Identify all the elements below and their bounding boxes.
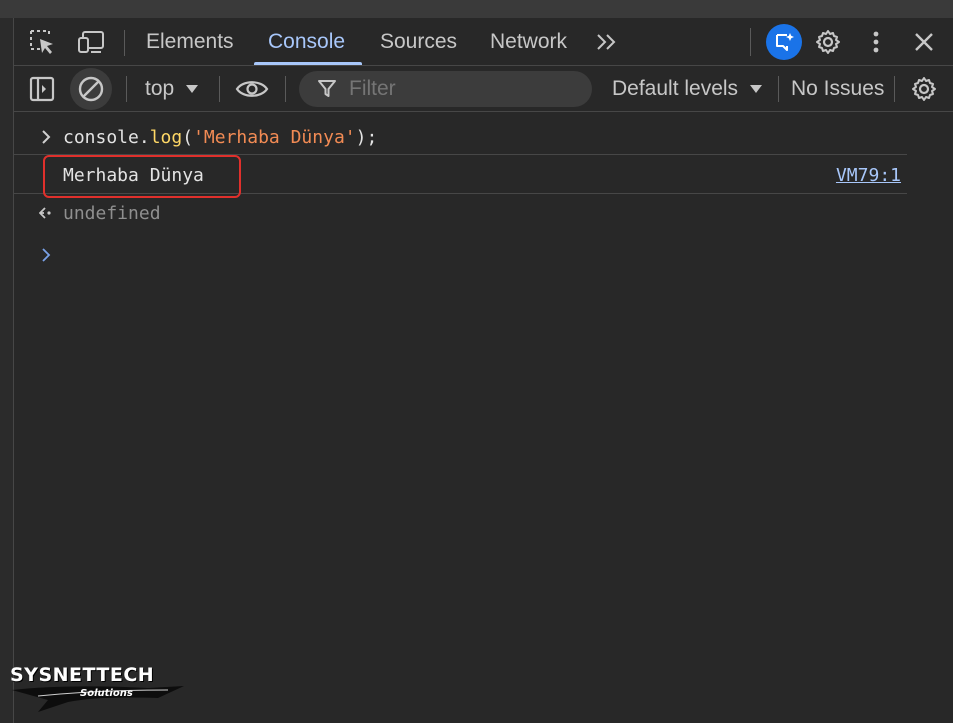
active-tab-indicator [254, 62, 362, 65]
toolbar-separator-5 [894, 76, 895, 102]
console-settings-button[interactable] [908, 73, 940, 105]
gear-icon [816, 30, 840, 54]
input-prompt-icon [38, 127, 54, 147]
toolbar-separator-1 [126, 76, 127, 102]
settings-button[interactable] [812, 26, 844, 58]
sidebar-toggle-icon [29, 76, 55, 102]
tab-console[interactable]: Console [268, 18, 345, 66]
select-element-button[interactable] [26, 28, 58, 56]
devtools-window: Elements Console Sources Network top Fil… [0, 0, 953, 723]
clear-console-icon-wrap [76, 74, 106, 104]
double-chevron-right-icon [597, 34, 616, 50]
prompt-chevron-icon [38, 245, 54, 265]
code-method: log [149, 126, 183, 148]
more-options-button[interactable] [862, 26, 890, 58]
context-value: top [145, 77, 175, 100]
console-toolbar: top Default levels No [14, 66, 953, 112]
tab-sources[interactable]: Sources [380, 18, 457, 66]
watermark-subtitle: Solutions [80, 688, 133, 699]
tab-elements-label: Elements [146, 30, 234, 53]
live-expression-button[interactable] [234, 74, 270, 104]
tab-console-label: Console [268, 30, 346, 53]
watermark-title: SYSNETTECH [10, 664, 155, 686]
filter-box [299, 71, 592, 107]
select-element-icon [30, 30, 53, 54]
ai-assistance-icon [776, 33, 794, 51]
console-log-message: Merhaba Dünya VM79:1 [14, 154, 907, 198]
left-panel-edge [0, 18, 14, 723]
console-input-line: console.log('Merhaba Dünya'); [14, 124, 907, 150]
device-toolbar-icon [78, 31, 104, 53]
toolbar-separator-4 [778, 76, 779, 102]
log-levels-label: Default levels [612, 77, 739, 100]
kebab-menu-icon [873, 31, 879, 53]
gear-icon [912, 77, 936, 101]
close-icon [915, 33, 933, 51]
caret-down-icon [186, 85, 199, 93]
code-open-paren: ( [182, 126, 194, 148]
toolbar-separator-2 [219, 76, 220, 102]
console-result-line: undefined [14, 200, 907, 226]
result-value: undefined [63, 202, 161, 224]
window-top-strip [0, 0, 953, 18]
code-close: ); [355, 126, 378, 148]
eye-icon [235, 81, 269, 97]
more-tabs-button[interactable] [592, 28, 622, 56]
toolbar-separator-3 [285, 76, 286, 102]
filter-input[interactable] [347, 71, 547, 107]
console-prompt-line[interactable] [14, 242, 907, 268]
device-toolbar-button[interactable] [76, 28, 108, 56]
tab-elements[interactable]: Elements [146, 18, 234, 66]
tabbar-separator-right [750, 28, 751, 56]
tab-sources-label: Sources [380, 30, 458, 53]
log-output-text: Merhaba Dünya [63, 164, 204, 186]
code-string: 'Merhaba Dünya' [193, 126, 356, 148]
issues-label: No Issues [791, 77, 885, 100]
tab-network-label: Network [490, 30, 568, 53]
source-location-link[interactable]: VM79:1 [836, 155, 901, 195]
issues-button[interactable]: No Issues [791, 74, 884, 104]
show-sidebar-button[interactable] [26, 74, 58, 104]
close-devtools-button[interactable] [908, 26, 940, 58]
console-input-code: console.log('Merhaba Dünya'); [63, 127, 377, 148]
javascript-context-select[interactable]: top [145, 74, 199, 104]
tab-network[interactable]: Network [490, 18, 567, 66]
ai-assistance-button[interactable] [766, 24, 802, 60]
result-arrow-icon [38, 203, 54, 223]
funnel-icon [318, 80, 336, 97]
code-object: console [63, 126, 139, 148]
clear-console-icon [78, 76, 104, 102]
devtools-tab-bar: Elements Console Sources Network [14, 18, 953, 66]
console-messages: console.log('Merhaba Dünya'); Merhaba Dü… [14, 112, 953, 723]
tabbar-separator [124, 30, 125, 56]
code-dot: . [138, 126, 150, 148]
log-levels-dropdown[interactable]: Default levels [612, 74, 763, 104]
caret-down-icon [750, 85, 763, 93]
sysnettech-watermark: SYSNETTECH Solutions [8, 660, 188, 716]
